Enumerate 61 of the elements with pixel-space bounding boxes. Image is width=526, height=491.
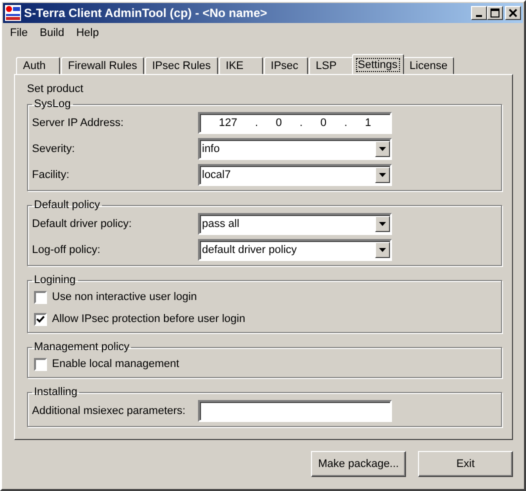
dropdown[interactable]: info — [198, 138, 392, 160]
menu-item[interactable]: Build — [34, 27, 70, 39]
ip-address-field[interactable]: 127 . 0 . 0 . 1 — [198, 112, 392, 134]
checkbox-label: Enable local management — [52, 358, 180, 370]
dialog-button[interactable]: Make package... — [311, 451, 406, 477]
dropdown-button[interactable] — [375, 216, 390, 232]
maximize-button[interactable] — [487, 6, 503, 20]
dropdown-button[interactable] — [375, 242, 390, 258]
group-title: Management policy — [33, 341, 130, 353]
ip-separator: . — [344, 117, 348, 129]
check-icon — [36, 314, 45, 324]
checkbox[interactable] — [34, 358, 47, 370]
field-label: Default driver policy: — [32, 218, 133, 230]
group-title: Logining — [33, 274, 77, 286]
caret-icon — [379, 248, 386, 252]
ip-separator: . — [300, 117, 303, 129]
minimize-button[interactable] — [471, 6, 487, 20]
tab[interactable]: Auth — [16, 57, 60, 74]
field-label: Severity: — [32, 143, 76, 155]
minimize-icon — [476, 15, 482, 17]
ip-octet: 1 — [364, 117, 372, 129]
checkbox[interactable] — [34, 290, 47, 304]
dialog-button[interactable]: Exit — [418, 451, 513, 477]
input-field[interactable] — [198, 400, 392, 422]
ip-octet: 127 — [218, 117, 238, 129]
ip-separator: . — [254, 117, 258, 129]
app-icon — [5, 5, 21, 21]
group-title: Installing — [33, 386, 78, 398]
dropdown[interactable]: local7 — [198, 164, 392, 186]
dropdown[interactable]: default driver policy — [198, 239, 392, 261]
menu-item[interactable]: File — [4, 27, 34, 39]
maximize-icon — [490, 8, 500, 18]
caret-icon — [379, 222, 386, 226]
close-button[interactable] — [505, 6, 521, 20]
checkbox-label: Use non interactive user login — [52, 291, 197, 303]
checkbox[interactable] — [34, 312, 47, 326]
tab[interactable]: IKE — [218, 57, 263, 74]
field-label: Log-off policy: — [32, 244, 102, 256]
caret-icon — [379, 173, 386, 177]
close-icon — [508, 8, 518, 18]
group-title: SysLog — [33, 98, 72, 110]
tab[interactable]: License — [402, 57, 454, 74]
tab[interactable]: Settings — [352, 54, 404, 74]
section-title: Set product — [27, 83, 84, 95]
dropdown[interactable]: pass all — [198, 213, 392, 235]
dropdown-button[interactable] — [375, 167, 390, 183]
group-title: Default policy — [33, 199, 102, 211]
caret-icon — [379, 147, 386, 151]
tab[interactable]: IPsec — [264, 57, 308, 74]
field-label: Server IP Address: — [32, 117, 125, 129]
checkbox-label: Allow IPsec protection before user login — [52, 313, 246, 325]
menu-item[interactable]: Help — [70, 27, 105, 39]
ip-octet: 0 — [276, 117, 282, 129]
tab[interactable]: IPsec Rules — [145, 57, 218, 74]
dropdown-button[interactable] — [375, 141, 390, 157]
tab[interactable]: Firewall Rules — [61, 57, 144, 74]
window-title: S-Terra Client AdminTool (cp) - <No name> — [24, 6, 268, 20]
ip-octet: 0 — [320, 117, 326, 129]
field-label: Facility: — [32, 169, 70, 181]
tab[interactable]: LSP — [308, 57, 353, 74]
field-label: Additional msiexec parameters: — [32, 405, 186, 417]
